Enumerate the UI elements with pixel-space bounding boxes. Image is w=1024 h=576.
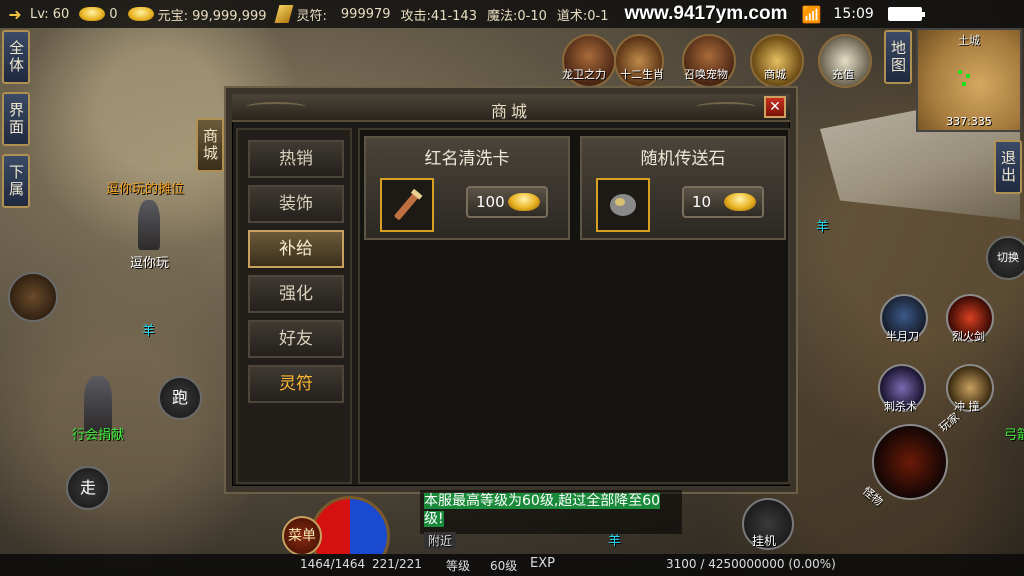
site-watermark: www.9417ym.com <box>624 3 788 24</box>
minimap-marker <box>962 82 966 86</box>
feature-label-recharge: 充值 <box>832 68 854 81</box>
lingfu-display: 灵符: 999979 <box>274 5 391 24</box>
menu-button[interactable]: 菜单 <box>282 516 322 556</box>
status-bar: ➜ Lv: 60 0 元宝: 99,999,999 灵符: 999979 攻击:… <box>0 0 1024 28</box>
exit-button[interactable]: 退出 <box>994 140 1022 194</box>
tab-decoration[interactable]: 装饰 <box>248 185 344 223</box>
mp-value: 221/221 <box>372 557 422 571</box>
shop-header: 商城 ✕ <box>232 94 790 122</box>
map-button[interactable]: 地图 <box>884 30 912 84</box>
yuanbao-display: 元宝: 99,999,999 <box>127 5 267 24</box>
level-label: 等级 <box>446 559 471 573</box>
price-button[interactable]: 10 <box>682 186 764 218</box>
item-price: 10 <box>692 193 712 211</box>
guild-donate-label[interactable]: 行会捐献 <box>72 424 124 443</box>
helmet-avatar-icon[interactable] <box>8 272 58 322</box>
ingot-icon <box>127 7 154 21</box>
gold-count: 0 <box>109 6 118 22</box>
minimap-title: 土城 <box>958 34 980 47</box>
ingot-icon <box>724 193 756 211</box>
gold-display: 0 <box>79 6 118 22</box>
walk-button[interactable]: 走 <box>66 466 110 510</box>
lingfu-label: 灵符: <box>296 8 327 24</box>
npc-name: 逗你玩 <box>130 256 170 271</box>
shop-side-tab[interactable]: 商城 <box>196 118 224 172</box>
skill-label-half-moon: 半月刀 <box>886 330 919 343</box>
level-value: 60级 <box>490 559 518 573</box>
tab-friends[interactable]: 好友 <box>248 320 344 358</box>
tab-talisman[interactable]: 灵符 <box>248 365 344 403</box>
shop-item-card[interactable]: 红名清洗卡 100 <box>364 136 570 240</box>
interface-button[interactable]: 界面 <box>2 92 30 146</box>
sheep-label: 羊 <box>142 324 156 339</box>
chat-channel-tab[interactable]: 附近 <box>424 532 457 549</box>
ingot-icon <box>508 193 540 211</box>
chat-box[interactable]: 本服最高等级为60级,超过全部降至60级! <box>420 490 682 534</box>
shop-window: 商城 ✕ 热销 装饰 补给 强化 好友 灵符 红名清洗卡 100 随机传送石 1… <box>224 86 798 494</box>
battery-icon <box>887 7 925 21</box>
level-display: Lv: 60 <box>30 6 70 22</box>
run-button[interactable]: 跑 <box>158 376 202 420</box>
auto-battle-label: 挂机 <box>752 534 777 548</box>
gold-bars-icon <box>79 7 106 21</box>
switch-button[interactable]: 切换 <box>986 236 1024 280</box>
sheep-label: 羊 <box>816 220 830 235</box>
exp-label: EXP <box>530 556 555 571</box>
feature-label-zodiac: 十二生肖 <box>620 68 664 81</box>
shop-title: 商城 <box>490 102 531 121</box>
clock: 15:09 <box>833 6 874 22</box>
skill-label-assassinate: 刺杀术 <box>884 400 917 413</box>
item-price: 100 <box>476 193 505 211</box>
stone-icon[interactable] <box>596 178 650 232</box>
archer-npc-label: 弓箭 <box>1004 428 1024 443</box>
magic-stat: 魔法:0-10 <box>486 8 547 24</box>
feature-label-pet: 召唤宠物 <box>684 68 728 81</box>
all-button[interactable]: 全体 <box>2 30 30 84</box>
feature-label-dragon-guard: 龙卫之力 <box>562 68 606 81</box>
feature-label-shop: 商城 <box>764 68 786 81</box>
minimap-marker <box>958 70 962 74</box>
hp-value: 1464/1464 <box>300 557 366 571</box>
skill-label-flaming-sword: 烈火剑 <box>952 330 985 343</box>
npc-stall-title: 逗你玩的摊位 <box>106 182 185 197</box>
tab-supply[interactable]: 补给 <box>248 230 344 268</box>
minimap-marker <box>966 74 970 78</box>
yuanbao-value: 元宝: 99,999,999 <box>157 8 267 24</box>
shop-item-card[interactable]: 随机传送石 10 <box>580 136 786 240</box>
item-name: 红名清洗卡 <box>424 149 510 169</box>
system-message: 本服最高等级为60级,超过全部降至60级! <box>424 493 661 527</box>
expand-arrow-icon[interactable]: ➜ <box>0 5 30 24</box>
skill-label-charge: 冲 撞 <box>954 400 980 413</box>
price-button[interactable]: 100 <box>466 186 548 218</box>
attack-sword-icon[interactable] <box>872 424 948 500</box>
attack-stat: 攻击:41-143 <box>400 8 477 24</box>
wifi-icon: 📶 <box>801 4 822 24</box>
tab-hot[interactable]: 热销 <box>248 140 344 178</box>
bottom-bar: 1464/1464 221/221 等级 60级 EXP 3100 / 4250… <box>0 554 1024 576</box>
subordinate-button[interactable]: 下属 <box>2 154 30 208</box>
minimap-coords: 337:335 <box>946 115 992 128</box>
lingfu-value: 999979 <box>340 6 391 22</box>
talisman-icon <box>274 5 293 23</box>
minimap[interactable]: 土城 337:335 <box>916 28 1022 132</box>
tab-enhance[interactable]: 强化 <box>248 275 344 313</box>
exp-value: 3100 / 4250000000 (0.00%) <box>666 557 836 571</box>
item-name: 随机传送石 <box>640 149 726 169</box>
close-button[interactable]: ✕ <box>764 96 786 118</box>
scroll-icon[interactable] <box>380 178 434 232</box>
tao-stat: 道术:0-1 <box>556 8 609 24</box>
shop-items-panel: 红名清洗卡 100 随机传送石 10 <box>358 128 790 484</box>
shop-tabs: 热销 装饰 补给 强化 好友 灵符 <box>236 128 352 484</box>
npc-figure[interactable] <box>138 200 160 250</box>
